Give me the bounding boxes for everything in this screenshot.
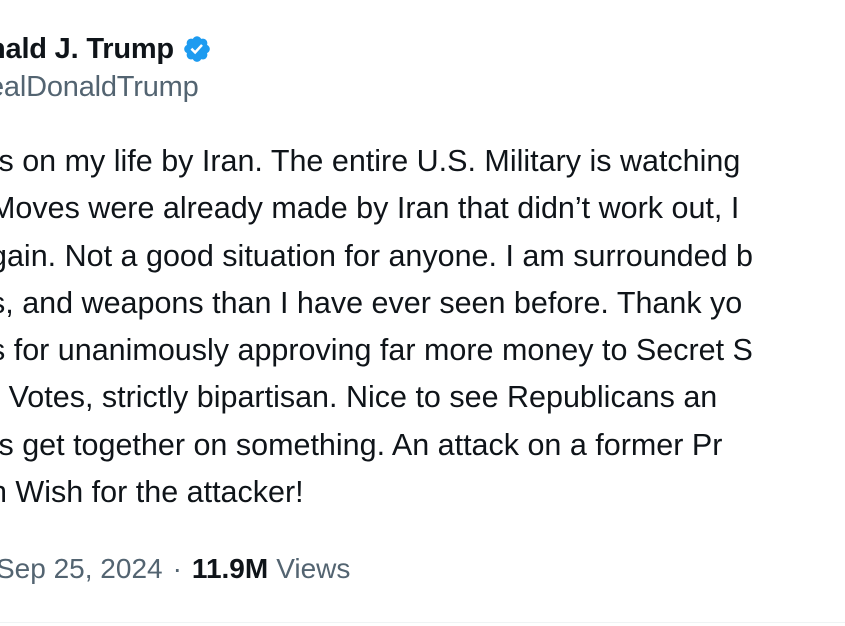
tweet-page: nald J. Trump ealDonaldTrump ts on my li… [0, 0, 845, 626]
meta-separator: · [172, 553, 182, 584]
verified-badge-icon[interactable] [182, 34, 212, 64]
author-display-name[interactable]: nald J. Trump [0, 33, 174, 66]
tweet-timestamp[interactable]: Sep 25, 2024 [0, 553, 163, 585]
views-count[interactable]: 11.9M [192, 553, 268, 585]
tweet-text-line: ts get together on something. An attack … [0, 427, 723, 462]
tweet-text-line: ” Votes, strictly bipartisan. Nice to se… [0, 380, 718, 415]
views-label: Views [276, 553, 351, 584]
tweet-text-line: s for unanimously approving far more mon… [0, 333, 753, 368]
tweet-text-line: Moves were already made by Iran that did… [0, 191, 740, 226]
tweet-text-line: s, and weapons than I have ever seen bef… [0, 285, 743, 320]
tweet-author-header: nald J. Trump ealDonaldTrump [0, 30, 212, 104]
tweet-text-line: h Wish for the attacker! [0, 475, 304, 510]
author-name-row: nald J. Trump [0, 30, 212, 68]
tweet-text-line: gain. Not a good situation for anyone. I… [0, 238, 753, 273]
author-handle[interactable]: ealDonaldTrump [0, 71, 212, 104]
tweet-meta: Sep 25, 2024 · 11.9M Views [0, 553, 350, 585]
tweet-text-line: ts on my life by Iran. The entire U.S. M… [0, 144, 741, 178]
tweet-text: ts on my life by Iran. The entire U.S. M… [0, 138, 845, 516]
divider [0, 622, 845, 623]
